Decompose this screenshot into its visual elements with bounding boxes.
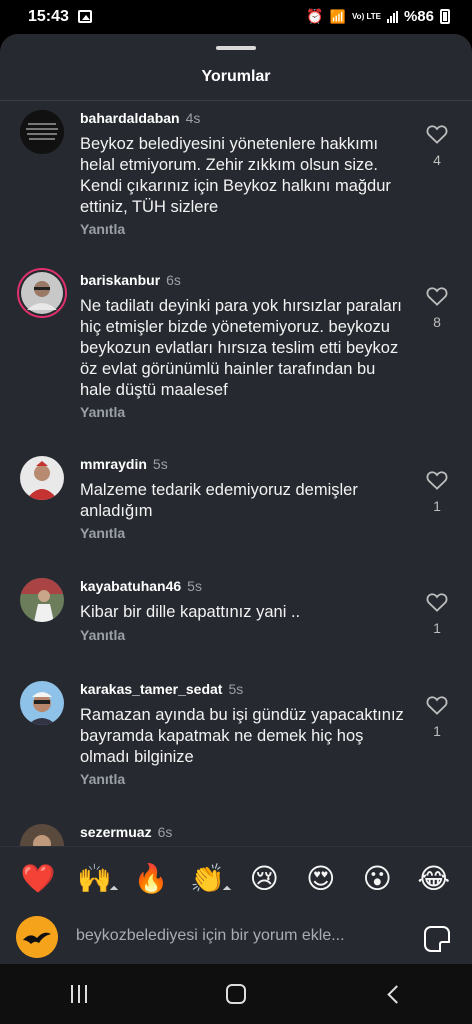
comment-text: Kibar bir dille kapattınız yani .. xyxy=(80,603,301,621)
home-icon xyxy=(225,984,246,1004)
reaction-heart-eyes[interactable]: 😍 xyxy=(301,862,341,895)
comment-input-row xyxy=(0,910,472,964)
heart-icon[interactable] xyxy=(426,470,448,490)
comment-username[interactable]: sezermuaz xyxy=(80,824,152,840)
heart-icon[interactable] xyxy=(426,124,448,144)
avatar[interactable] xyxy=(20,110,64,154)
comment-header: sezermuaz 6s xyxy=(80,824,172,840)
comment-time: 6s xyxy=(157,824,173,840)
quick-reactions-bar: ❤️ 🙌 🔥 👏 😢 😍 😮 😂 xyxy=(0,846,472,910)
comment-time: 5s xyxy=(152,456,168,472)
back-icon xyxy=(387,984,406,1004)
comment-header: bariskanbur 6s xyxy=(80,272,181,288)
comment-username[interactable]: mmraydin xyxy=(80,456,147,472)
reaction-heart[interactable]: ❤️ xyxy=(18,862,58,895)
heart-icon[interactable] xyxy=(426,695,448,715)
avatar[interactable] xyxy=(20,456,64,500)
back-button[interactable] xyxy=(363,974,423,1014)
avatar[interactable] xyxy=(20,578,64,622)
battery-percent: %86 xyxy=(403,8,434,25)
comments-sheet: Yorumlar bahardaldaban 4s Beykoz belediye… xyxy=(0,34,472,964)
avatar[interactable] xyxy=(20,681,64,725)
gallery-notification-icon xyxy=(78,10,92,23)
like-control: 1 xyxy=(424,470,450,514)
comment-text: Ramazan ayında bu işi gündüz yapacaktını… xyxy=(80,706,404,766)
reply-button[interactable]: Yanıtla xyxy=(80,221,125,237)
heart-icon[interactable] xyxy=(426,286,448,306)
battery-icon xyxy=(440,9,450,24)
reaction-laughing[interactable]: 😂 xyxy=(414,862,454,895)
like-count: 4 xyxy=(433,152,441,168)
sheet-title: Yorumlar xyxy=(201,68,271,85)
reaction-raised-hands[interactable]: 🙌 xyxy=(75,862,118,895)
comment-username[interactable]: bahardaldaban xyxy=(80,110,180,126)
like-control: 1 xyxy=(424,592,450,636)
comment-time: 5s xyxy=(187,578,202,594)
like-control: 4 xyxy=(424,124,450,168)
like-count: 1 xyxy=(433,620,441,636)
comment-time: 6s xyxy=(166,272,181,288)
reply-button[interactable]: Yanıtla xyxy=(80,525,125,541)
sticker-icon[interactable] xyxy=(424,926,450,952)
status-icons: ⏰ 📶 Vo) LTE %86 xyxy=(306,8,450,25)
signal-icon xyxy=(386,10,398,23)
comment-username[interactable]: kayabatuhan46 xyxy=(80,578,181,594)
comment-input[interactable] xyxy=(76,927,396,945)
like-control: 8 xyxy=(424,286,450,330)
comment-username[interactable]: bariskanbur xyxy=(80,272,160,288)
comment-text: Malzeme tedarik edemiyoruz demişler anla… xyxy=(80,481,358,520)
like-count: 8 xyxy=(433,314,441,330)
reply-button[interactable]: Yanıtla xyxy=(80,771,125,787)
profile-avatar[interactable] xyxy=(16,916,58,958)
comment-header: kayabatuhan46 5s xyxy=(80,578,202,594)
like-count: 1 xyxy=(433,498,441,514)
comment-header: mmraydin 5s xyxy=(80,456,168,472)
volte-indicator: Vo) LTE xyxy=(351,11,381,21)
reaction-fire[interactable]: 🔥 xyxy=(131,862,171,895)
system-nav-bar xyxy=(0,964,472,1024)
clap-emoji: 👏 xyxy=(190,863,226,894)
alarm-icon: ⏰ xyxy=(306,8,324,24)
reply-button[interactable]: Yanıtla xyxy=(80,404,125,420)
status-bar: 15:43 ⏰ 📶 Vo) LTE %86 xyxy=(0,0,472,34)
home-button[interactable] xyxy=(206,974,266,1014)
wifi-icon: 📶 xyxy=(329,8,346,24)
reaction-clap[interactable]: 👏 xyxy=(188,862,231,895)
like-control: 1 xyxy=(424,695,450,739)
avatar[interactable] xyxy=(17,268,67,318)
divider xyxy=(0,100,472,101)
reply-button[interactable]: Yanıtla xyxy=(80,627,125,643)
recents-icon xyxy=(70,985,87,1003)
status-time: 15:43 xyxy=(28,8,69,25)
drag-handle[interactable] xyxy=(216,46,256,50)
like-count: 1 xyxy=(433,723,441,739)
comment-username[interactable]: karakas_tamer_sedat xyxy=(80,681,222,697)
comment-text: Beykoz belediyesini yönetenlere hakkımı … xyxy=(80,135,391,216)
comment-header: bahardaldaban 4s xyxy=(80,110,200,126)
raised-hands-emoji: 🙌 xyxy=(77,863,113,894)
comment-time: 4s xyxy=(185,110,201,126)
comment-time: 5s xyxy=(228,681,244,697)
comment-header: karakas_tamer_sedat 5s xyxy=(80,681,243,697)
heart-icon[interactable] xyxy=(426,592,448,612)
reaction-surprised[interactable]: 😮 xyxy=(357,862,397,895)
recents-button[interactable] xyxy=(49,974,109,1014)
comment-text: Ne tadilatı deyinki para yok hırsızlar p… xyxy=(80,297,402,399)
reaction-crying[interactable]: 😢 xyxy=(244,862,284,895)
